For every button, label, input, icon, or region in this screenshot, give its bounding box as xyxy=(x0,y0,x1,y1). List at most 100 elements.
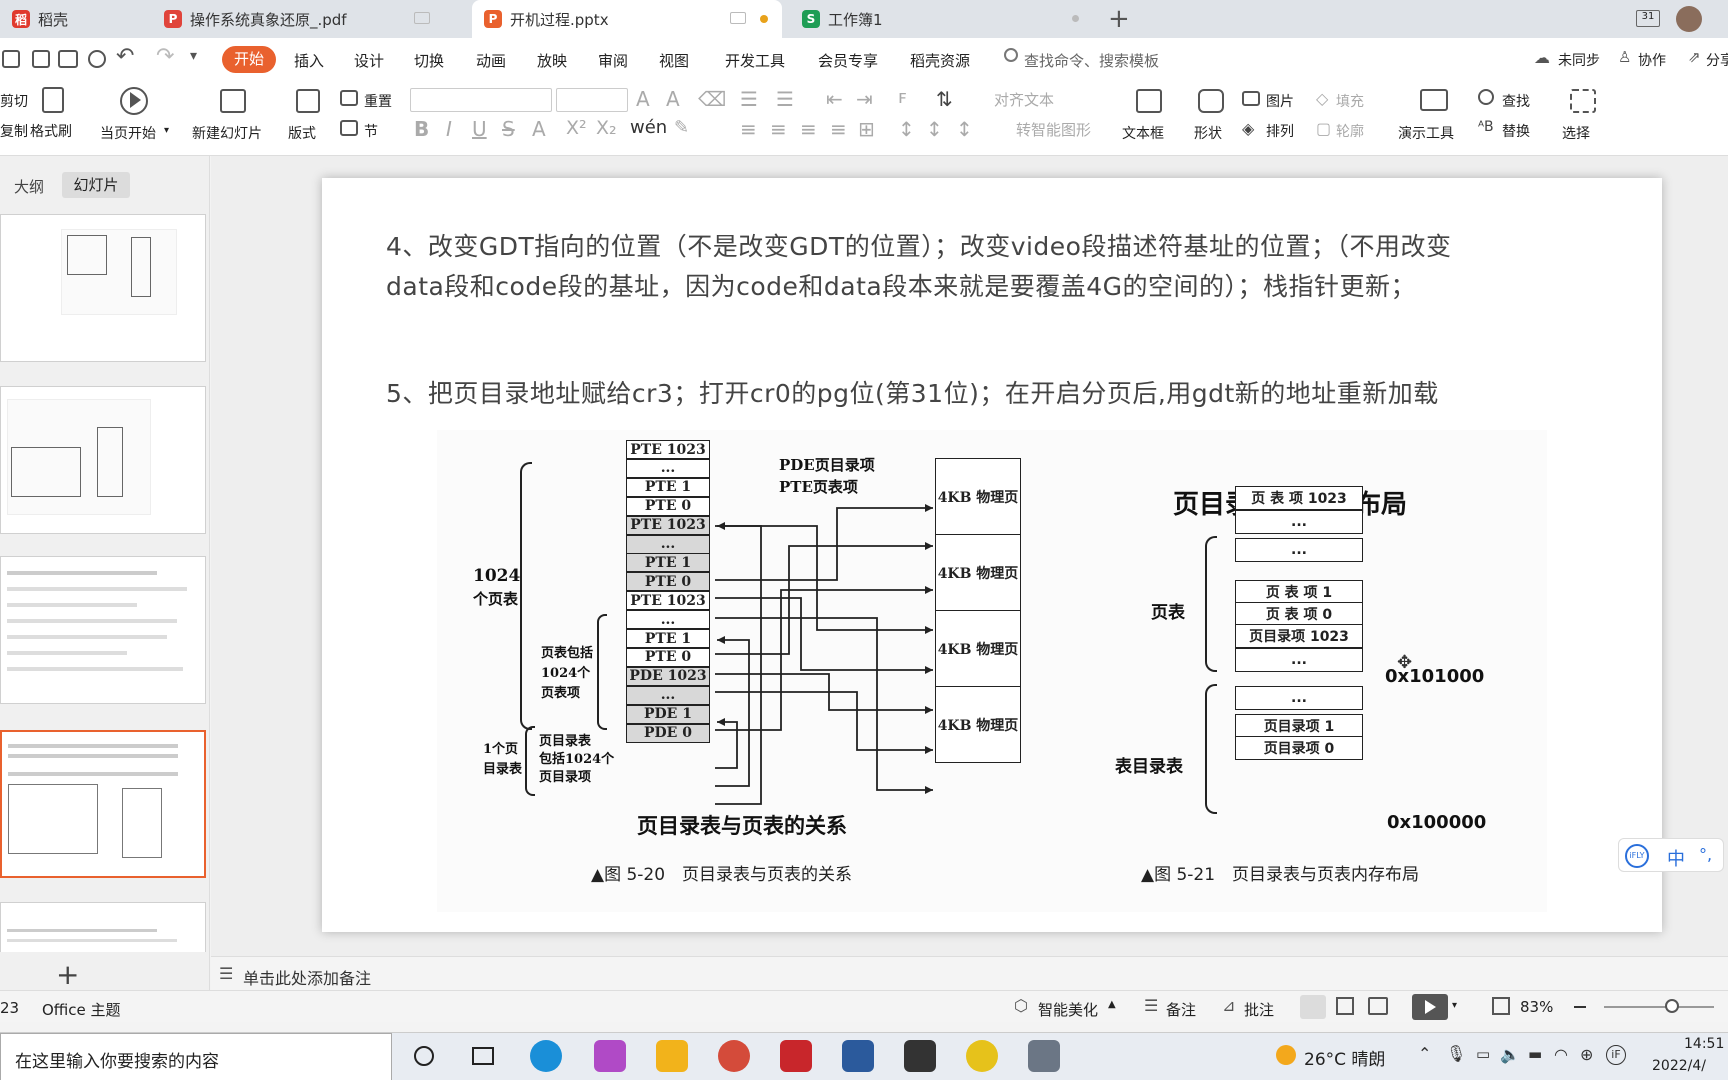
indent-icon[interactable]: ⇥ xyxy=(856,87,873,111)
superscript-icon[interactable]: X² xyxy=(566,117,587,139)
align-left-icon[interactable]: ≡ xyxy=(740,117,757,141)
virtualbox-icon[interactable] xyxy=(842,1040,874,1072)
phonetic-icon[interactable]: wén xyxy=(630,117,667,138)
convert-smartart-button[interactable]: 转智能图形 xyxy=(1016,119,1091,140)
save-icon[interactable] xyxy=(32,50,50,68)
ime-icon[interactable]: ⊕ xyxy=(1580,1045,1593,1064)
chevron-up-icon[interactable]: ▲ xyxy=(1108,999,1116,1010)
spacing-icon[interactable]: ↕ xyxy=(956,117,973,141)
tab-outline[interactable]: 大纲 xyxy=(14,176,44,197)
print-icon[interactable] xyxy=(58,50,78,68)
highlight-icon[interactable]: ✎ xyxy=(674,117,689,138)
notes-button[interactable]: 备注 xyxy=(1166,999,1196,1020)
menu-transition[interactable]: 切换 xyxy=(414,50,444,71)
outdent-icon[interactable]: ⇤ xyxy=(826,87,843,111)
cut-button[interactable]: 剪切 xyxy=(0,91,28,111)
comment-button[interactable]: 批注 xyxy=(1244,999,1274,1020)
grid-view-icon[interactable] xyxy=(1336,997,1354,1015)
menu-insert[interactable]: 插入 xyxy=(294,50,324,71)
microphone-icon[interactable]: 🎙 xyxy=(1446,1044,1466,1063)
wps-icon[interactable] xyxy=(780,1040,812,1072)
textbox-button[interactable]: 文本框 xyxy=(1122,123,1164,143)
slide-text-line-1[interactable]: 4、改变GDT指向的位置（不是改变GDT的位置）；改变video段描述符基址的位… xyxy=(386,227,1451,267)
calculator-icon[interactable] xyxy=(1028,1040,1060,1072)
taskbar-search-box[interactable]: 在这里输入你要搜索的内容 xyxy=(0,1033,392,1080)
font-size-select[interactable] xyxy=(556,88,628,112)
font-family-select[interactable] xyxy=(410,88,552,112)
find-button[interactable]: 查找 xyxy=(1502,91,1530,111)
menu-file-icon[interactable] xyxy=(2,50,20,68)
command-search[interactable]: 查找命令、搜索模板 xyxy=(1024,50,1159,71)
chevron-down-icon[interactable]: ▾ xyxy=(1452,1000,1457,1011)
select-button[interactable]: 选择 xyxy=(1562,123,1590,143)
zoom-slider-handle[interactable] xyxy=(1665,999,1679,1013)
align-right-icon[interactable]: ≡ xyxy=(800,117,817,141)
format-painter-button[interactable]: 格式刷 xyxy=(30,121,72,141)
tray-chevron-up-icon[interactable]: ⌃ xyxy=(1418,1044,1431,1063)
add-slide-plus-icon[interactable]: + xyxy=(56,958,79,991)
justify-icon[interactable]: ≡ xyxy=(830,117,847,141)
menu-view[interactable]: 视图 xyxy=(659,50,689,71)
page-table-figure[interactable]: PDE页目录项 PTE页表项 1024 个页表 页表包括 1024个 页表项 1… xyxy=(437,430,1547,912)
ifly-lang[interactable]: 中 xyxy=(1667,845,1685,871)
app-icon[interactable] xyxy=(594,1040,626,1072)
clock-time[interactable]: 14:51 xyxy=(1684,1036,1724,1052)
tab-daoke[interactable]: 稻 稻壳 xyxy=(0,0,140,38)
subscript-icon[interactable]: X₂ xyxy=(596,117,617,139)
calendar-icon[interactable]: 31 xyxy=(1636,10,1660,27)
slide-thumbnail[interactable] xyxy=(0,214,206,362)
collab-button[interactable]: 协作 xyxy=(1638,50,1666,70)
menu-slideshow[interactable]: 放映 xyxy=(537,50,567,71)
reading-view-icon[interactable] xyxy=(1368,997,1388,1015)
section-button[interactable]: 节 xyxy=(364,121,378,141)
slide-text-line-3[interactable]: 5、把页目录地址赋给cr3；打开cr0的pg位(第31位)；在开启分页后,用gd… xyxy=(386,374,1439,414)
font-shrink-icon[interactable]: A xyxy=(666,87,680,111)
clock-date[interactable]: 2022/4/ xyxy=(1652,1058,1706,1074)
ifly-icon[interactable]: iFLY xyxy=(1625,844,1649,868)
normal-view-icon[interactable] xyxy=(1300,995,1326,1019)
text-direction-icon[interactable]: ꜰ xyxy=(898,87,907,108)
picture-button[interactable]: 图片 xyxy=(1266,91,1294,111)
task-view-icon[interactable] xyxy=(472,1047,494,1065)
cortana-icon[interactable] xyxy=(414,1046,434,1066)
menu-start[interactable]: 开始 xyxy=(222,46,276,73)
clear-format-icon[interactable]: ⌫ xyxy=(698,87,726,111)
menu-review[interactable]: 审阅 xyxy=(598,50,628,71)
music-app-icon[interactable] xyxy=(966,1040,998,1072)
font-color-icon[interactable]: A xyxy=(532,117,546,141)
number-list-icon[interactable]: ☰ xyxy=(776,87,794,111)
align-text-button[interactable]: 对齐文本 xyxy=(994,89,1054,110)
tab-slides[interactable]: 幻灯片 xyxy=(62,172,130,198)
preview-icon[interactable] xyxy=(88,50,106,68)
edge-icon[interactable] xyxy=(530,1040,562,1072)
tab-pptx[interactable]: P 开机过程.pptx xyxy=(472,0,782,38)
sync-status[interactable]: 未同步 xyxy=(1558,50,1600,70)
replace-button[interactable]: 替换 xyxy=(1502,121,1530,141)
outline-button[interactable]: 轮廓 xyxy=(1336,121,1364,141)
ifly-input-toolbar[interactable]: iFLY 中 °, xyxy=(1618,838,1724,872)
wifi-icon[interactable]: ◠ xyxy=(1554,1045,1568,1064)
ifly-tray-icon[interactable]: iF xyxy=(1606,1045,1626,1065)
zoom-out-icon[interactable] xyxy=(1574,1006,1586,1008)
bullet-list-icon[interactable]: ☰ xyxy=(740,87,758,111)
new-tab-plus-icon[interactable]: + xyxy=(1108,4,1130,34)
layout-button[interactable]: 版式 xyxy=(288,123,316,143)
slide-thumbnail[interactable] xyxy=(0,556,206,704)
menu-developer[interactable]: 开发工具 xyxy=(725,50,785,71)
customize-chevron-icon[interactable]: ▾ xyxy=(190,48,197,64)
bold-icon[interactable]: B xyxy=(414,117,429,141)
share-button[interactable]: 分享 xyxy=(1706,50,1728,70)
copy-button[interactable]: 复制 xyxy=(0,121,28,141)
shape-button[interactable]: 形状 xyxy=(1194,123,1222,143)
weather-text[interactable]: 26°C 晴朗 xyxy=(1304,1045,1385,1070)
undo-icon[interactable]: ↶ xyxy=(116,44,134,69)
file-explorer-icon[interactable] xyxy=(656,1040,688,1072)
network-icon[interactable]: ▭ xyxy=(1476,1045,1490,1063)
ifly-punct-icon[interactable]: °, xyxy=(1699,845,1712,864)
menu-member[interactable]: 会员专享 xyxy=(818,50,878,71)
menu-daoke-resources[interactable]: 稻壳资源 xyxy=(910,50,970,71)
notes-placeholder[interactable]: 单击此处添加备注 xyxy=(243,965,371,989)
arrange-button[interactable]: 排列 xyxy=(1266,121,1294,141)
smart-beautify-button[interactable]: 智能美化 xyxy=(1038,999,1098,1020)
monitor-icon[interactable] xyxy=(730,12,746,24)
